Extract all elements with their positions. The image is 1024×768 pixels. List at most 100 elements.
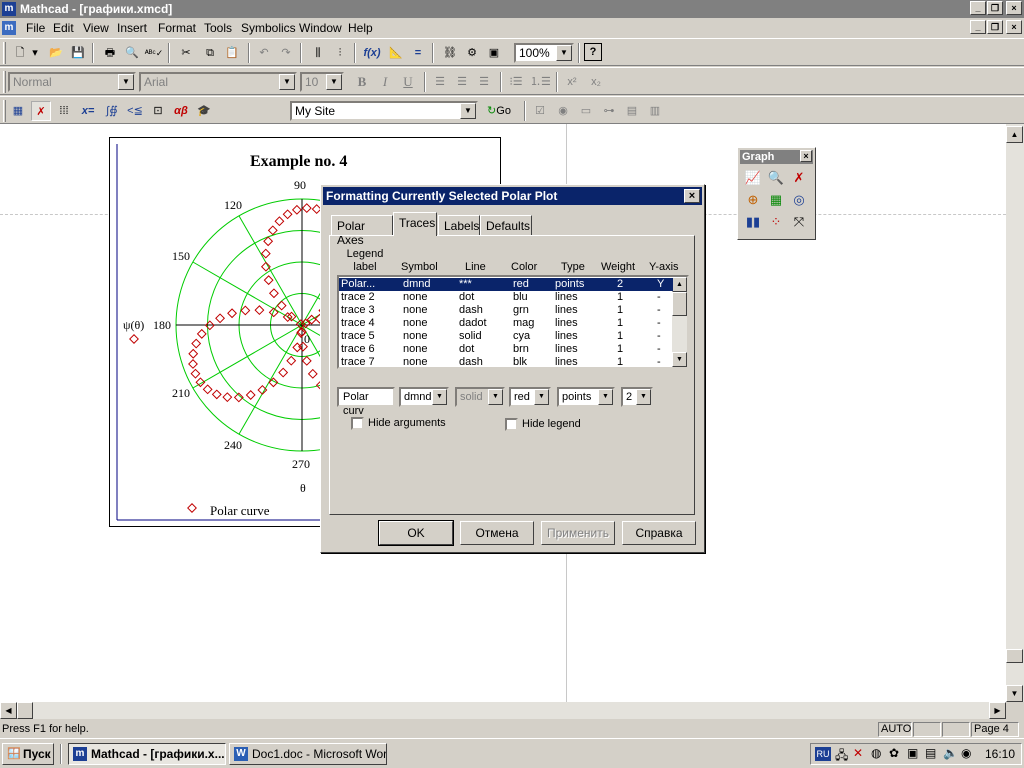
ok-button[interactable]: OK <box>378 520 454 546</box>
zoom-select[interactable]: 100% ▼ <box>514 43 574 63</box>
chevron-down-icon[interactable]: ▼ <box>279 74 295 90</box>
chevron-down-icon[interactable]: ▼ <box>326 74 342 90</box>
xy-plot-icon[interactable]: 📈 <box>743 168 763 188</box>
start-button[interactable]: 🪟 Пуск <box>2 743 54 765</box>
font-size-select[interactable]: 10 ▼ <box>300 72 344 92</box>
mathcad-icon[interactable]: m <box>2 2 16 16</box>
language-indicator[interactable]: RU <box>815 747 831 761</box>
insert-hyperlink-icon[interactable]: ⛓ <box>440 43 460 63</box>
vertical-scrollbar[interactable]: ▲ ▼ <box>1006 124 1024 702</box>
format-polar-plot-dialog[interactable]: Formatting Currently Selected Polar Plot… <box>320 184 705 553</box>
taskbar-item-mathcad[interactable]: m Mathcad - [графики.x... <box>68 743 226 765</box>
menu-edit[interactable]: Edit <box>53 21 74 35</box>
cut-icon[interactable]: ✂ <box>176 43 196 63</box>
scroll-up-icon[interactable]: ▲ <box>1006 126 1023 143</box>
scroll-thumb[interactable] <box>672 292 687 316</box>
close-icon[interactable]: × <box>800 150 812 162</box>
table-row[interactable]: trace 5 none solid cya lines 1 - <box>339 330 673 343</box>
tab-polar-axes[interactable]: Polar Axes <box>331 215 393 247</box>
align-left-icon[interactable]: ☰ <box>430 72 450 92</box>
display-icon[interactable]: ▣ <box>907 746 918 760</box>
scroll-down-icon[interactable]: ▼ <box>672 352 687 367</box>
chevron-down-icon[interactable]: ▼ <box>460 103 476 119</box>
horizontal-scrollbar[interactable]: ◀ ▶ <box>0 702 1006 719</box>
numbering-icon[interactable]: ⒈☰ <box>530 72 551 92</box>
bar-plot-icon[interactable]: ▮▮ <box>743 212 763 232</box>
type-select[interactable]: points ▼ <box>557 387 615 407</box>
radio-control-icon[interactable]: ◉ <box>553 101 573 121</box>
toolbar-grip[interactable] <box>3 100 6 122</box>
menu-symbolics[interactable]: Symbolics <box>241 21 296 35</box>
legend-label-input[interactable]: Polar curv <box>337 387 395 417</box>
align-down-icon[interactable]: ⫶ <box>330 43 350 63</box>
menu-insert[interactable]: Insert <box>117 21 147 35</box>
doc-minimize-button[interactable]: _ <box>970 20 986 34</box>
hide-legend-checkbox[interactable] <box>505 418 518 431</box>
scatter-plot-icon[interactable]: ⁘ <box>766 212 786 232</box>
subscript-icon[interactable]: x₂ <box>586 72 606 92</box>
checkbox-control-icon[interactable]: ☑ <box>530 101 550 121</box>
font-select[interactable]: Arial ▼ <box>139 72 297 92</box>
apply-button[interactable]: Применить <box>541 521 615 545</box>
graph-toolbar-icon[interactable]: ✗ <box>31 101 51 121</box>
polar-plot-icon[interactable]: ⊕ <box>743 190 763 210</box>
chevron-down-icon[interactable]: ▼ <box>556 45 572 61</box>
menu-view[interactable]: View <box>83 21 109 35</box>
paste-icon[interactable]: 📋 <box>222 43 242 63</box>
insert-unit-icon[interactable]: 📐 <box>386 43 406 63</box>
messenger-icon[interactable]: ✿ <box>889 746 899 760</box>
boolean-icon[interactable]: <≦ <box>125 101 145 121</box>
spell-check-icon[interactable]: ᴬᴮᶜ✓ <box>144 43 164 63</box>
italic-button[interactable]: I <box>375 72 395 92</box>
new-dropdown-icon[interactable]: ▾ <box>30 43 40 63</box>
chevron-down-icon[interactable]: ▼ <box>432 389 447 405</box>
zoom-icon[interactable]: 🔍 <box>766 168 786 188</box>
tray-app-icon[interactable]: ◉ <box>961 746 971 760</box>
trace-icon[interactable]: ✗ <box>789 168 809 188</box>
contour-plot-icon[interactable]: ◎ <box>789 190 809 210</box>
color-select[interactable]: red ▼ <box>509 387 551 407</box>
tab-labels[interactable]: Labels <box>438 215 480 235</box>
slider-control-icon[interactable]: ⊶ <box>599 101 619 121</box>
insert-function-icon[interactable]: f(x) <box>362 43 382 63</box>
symbol-select[interactable]: dmnd ▼ <box>399 387 449 407</box>
chevron-down-icon[interactable]: ▼ <box>598 389 613 405</box>
align-right-icon[interactable]: ☰ <box>474 72 494 92</box>
evaluation-icon[interactable]: x= <box>78 101 98 121</box>
greek-icon[interactable]: αβ <box>171 101 191 121</box>
underline-button[interactable]: U <box>398 72 418 92</box>
traces-list[interactable]: ▲ ▼ Polar... dmnd *** red points 2 Ytrace 2 non… <box>337 275 689 369</box>
calculator-icon[interactable]: ▦ <box>8 101 28 121</box>
chevron-down-icon[interactable]: ▼ <box>534 389 549 405</box>
tab-defaults[interactable]: Defaults <box>480 215 532 235</box>
style-select[interactable]: Normal ▼ <box>8 72 136 92</box>
undo-icon[interactable]: ↶ <box>254 43 274 63</box>
url-select[interactable]: My Site ▼ <box>290 101 478 121</box>
doc-close-button[interactable]: × <box>1006 20 1022 34</box>
matrix-icon[interactable]: ⁞⁞⁞ <box>54 101 74 121</box>
table-row[interactable]: trace 4 none dadot mag lines 1 - <box>339 317 673 330</box>
menu-help[interactable]: Help <box>348 21 373 35</box>
scroll-down-icon[interactable]: ▼ <box>1006 685 1023 702</box>
graph-palette-title[interactable]: Graph × <box>740 150 813 164</box>
calculate-icon[interactable]: = <box>408 43 428 63</box>
scroll-left-icon[interactable]: ◀ <box>0 702 17 719</box>
line-select[interactable]: solid ▼ <box>455 387 505 407</box>
go-button[interactable]: ↻Go <box>482 101 516 121</box>
run-script-icon[interactable]: ▣ <box>484 43 504 63</box>
scroll-up-icon[interactable]: ▲ <box>672 277 687 292</box>
weight-select[interactable]: 2 ▼ <box>621 387 653 407</box>
toolbar-grip[interactable] <box>3 71 6 93</box>
new-icon[interactable]: 🗋 <box>10 43 30 63</box>
tab-traces[interactable]: Traces <box>393 212 437 236</box>
textbox-control-icon[interactable]: ▤ <box>622 101 642 121</box>
restore-button[interactable]: ❐ <box>987 1 1003 15</box>
graph-palette[interactable]: Graph × 📈 🔍 ✗ ⊕ ▦ ◎ ▮▮ ⁘ ⤧ <box>737 147 816 240</box>
copy-icon[interactable]: ⧉ <box>200 43 220 63</box>
close-button[interactable]: × <box>1006 1 1022 15</box>
superscript-icon[interactable]: x² <box>562 72 582 92</box>
taskbar-item-word[interactable]: W Doc1.doc - Microsoft Word <box>229 743 387 765</box>
browser-icon[interactable]: ◍ <box>871 746 881 760</box>
push-button-icon[interactable]: ▭ <box>576 101 596 121</box>
menu-window[interactable]: Window <box>299 21 342 35</box>
